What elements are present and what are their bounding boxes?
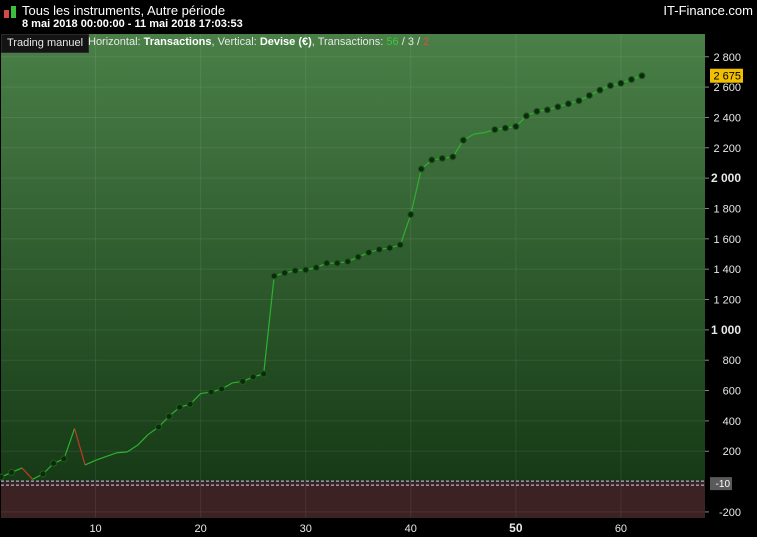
- horizontal-value: Transactions: [143, 36, 212, 48]
- vertical-value: Devise (€): [259, 36, 312, 48]
- transaction-marker: [365, 248, 373, 256]
- y-tick-label: 600: [723, 386, 741, 398]
- transaction-marker: [249, 373, 257, 381]
- transaction-marker: [281, 269, 289, 277]
- y-tick-label: 2 400: [713, 112, 741, 124]
- transaction-marker: [617, 79, 625, 87]
- transaction-marker: [386, 244, 394, 252]
- floor-marker-label: -10: [716, 479, 731, 490]
- x-axis-panel: [0, 518, 705, 537]
- transaction-marker: [375, 245, 383, 253]
- transaction-marker: [186, 400, 194, 408]
- transaction-marker: [533, 107, 541, 115]
- transaction-marker: [176, 403, 184, 411]
- x-tick-label: 20: [195, 523, 207, 535]
- transaction-marker: [396, 241, 404, 249]
- window-title: Tous les instruments, Autre période: [22, 3, 226, 18]
- transaction-marker: [449, 153, 457, 161]
- transaction-marker: [155, 423, 163, 431]
- x-tick-label: 50: [509, 521, 523, 535]
- transaction-marker: [554, 103, 562, 111]
- y-tick-label: 1 600: [713, 234, 741, 246]
- y-tick-label: 800: [723, 355, 741, 367]
- transaction-marker: [0, 473, 5, 481]
- transaction-marker: [638, 72, 646, 80]
- y-tick-label: 1 400: [713, 264, 741, 276]
- transaction-marker: [407, 211, 415, 219]
- transaction-marker: [302, 266, 310, 274]
- transaction-marker: [344, 258, 352, 266]
- transaction-marker: [8, 468, 16, 476]
- transaction-marker: [491, 126, 499, 134]
- transaction-marker: [218, 385, 226, 393]
- x-tick-label: 10: [89, 523, 101, 535]
- transaction-marker: [165, 412, 173, 420]
- chart-toolbar: Trading manuel Horizontal: Transactions,…: [0, 34, 705, 53]
- y-tick-label: -200: [719, 507, 741, 519]
- transactions-total: 56: [386, 36, 399, 48]
- transaction-marker: [438, 154, 446, 162]
- transactions-red: 2: [423, 36, 430, 48]
- transaction-marker: [50, 459, 58, 467]
- transaction-marker: [585, 91, 593, 99]
- negative-zone-background: [1, 481, 705, 518]
- equity-chart[interactable]: 2 800 2 600 2 400 2 200 2 000 1 800 1 600 1 400…: [0, 34, 757, 537]
- title-bar: Tous les instruments, Autre période 8 ma…: [0, 0, 757, 34]
- transaction-marker: [60, 455, 68, 463]
- chart-info: Horizontal: Transactions, Vertical: Devi…: [88, 36, 429, 48]
- trading-mode-button[interactable]: Trading manuel: [1, 34, 90, 53]
- chart-app-icon: [4, 5, 18, 19]
- transactions-label: , Transactions:: [311, 36, 384, 48]
- transaction-marker: [323, 259, 331, 267]
- separator-2: /: [413, 36, 424, 48]
- y-tick-label: 2 000: [711, 171, 741, 185]
- x-tick-label: 30: [300, 523, 312, 535]
- vertical-label: , Vertical:: [211, 36, 257, 48]
- transaction-marker: [291, 267, 299, 275]
- transaction-marker: [543, 106, 551, 114]
- brand-label: IT-Finance.com: [663, 3, 753, 18]
- transaction-marker: [270, 272, 278, 280]
- transaction-marker: [333, 259, 341, 267]
- transaction-marker: [312, 264, 320, 272]
- transaction-marker: [575, 97, 583, 105]
- transaction-marker: [522, 112, 530, 120]
- transaction-marker: [260, 370, 268, 378]
- y-axis-panel: [705, 34, 757, 537]
- transaction-marker: [501, 124, 509, 132]
- transaction-marker: [428, 156, 436, 164]
- horizontal-label: Horizontal:: [88, 36, 141, 48]
- y-tick-label: 2 800: [713, 52, 741, 64]
- x-tick-label: 60: [615, 523, 627, 535]
- transaction-marker: [239, 377, 247, 385]
- last-value-label: 2 675: [713, 71, 741, 83]
- transaction-marker: [606, 82, 614, 90]
- y-tick-label: 400: [723, 416, 741, 428]
- y-tick-label: 2 200: [713, 143, 741, 155]
- x-tick-label: 40: [405, 523, 417, 535]
- positive-zone-background: [1, 34, 705, 482]
- transaction-marker: [417, 165, 425, 173]
- transaction-marker: [39, 470, 47, 478]
- transaction-marker: [627, 76, 635, 84]
- y-tick-label: 200: [723, 446, 741, 458]
- transaction-marker: [596, 86, 604, 94]
- y-tick-label: 2 600: [713, 82, 741, 94]
- y-tick-label: 1 800: [713, 203, 741, 215]
- transaction-marker: [512, 123, 520, 131]
- separator-1: /: [398, 36, 408, 48]
- transaction-marker: [207, 388, 215, 396]
- date-range: 8 mai 2018 00:00:00 - 11 mai 2018 17:03:…: [22, 18, 243, 30]
- transaction-marker: [459, 136, 467, 144]
- transaction-marker: [564, 100, 572, 108]
- y-tick-label: 1 200: [713, 295, 741, 307]
- y-tick-label: 1 000: [711, 323, 741, 337]
- transaction-marker: [354, 253, 362, 261]
- series-segment: [116, 451, 128, 454]
